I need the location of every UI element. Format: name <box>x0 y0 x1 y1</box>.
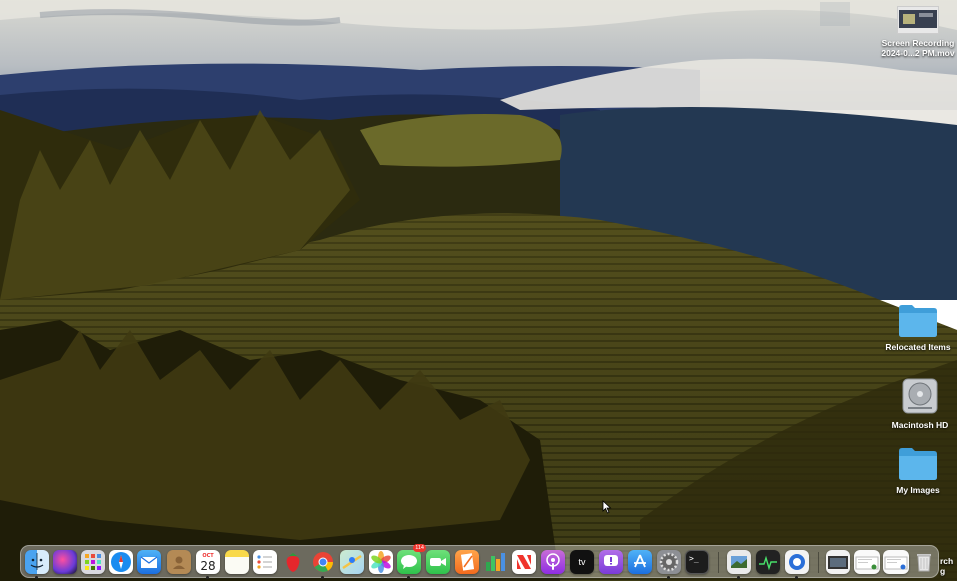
preview-icon[interactable] <box>727 550 751 574</box>
folder-label: Relocated Items <box>885 342 951 352</box>
safari-icon[interactable] <box>109 550 133 574</box>
maps-icon[interactable] <box>340 550 364 574</box>
tv-icon[interactable]: tv <box>570 550 594 574</box>
proxyman-icon[interactable] <box>785 550 809 574</box>
dock: OCT 28 114 tv >_ <box>20 544 939 579</box>
screenshot-folder-icon[interactable] <box>826 550 850 574</box>
trash-icon[interactable] <box>912 550 936 574</box>
messages-icon[interactable]: 114 <box>397 544 426 574</box>
system-settings-running-indicator <box>667 576 670 579</box>
calendar-running-indicator <box>206 576 209 579</box>
folder-label: My Images <box>896 485 940 495</box>
numbers-icon[interactable] <box>483 550 507 574</box>
relocated-items-folder[interactable]: Relocated Items <box>878 302 957 352</box>
notes-icon[interactable] <box>225 550 249 574</box>
terminal-icon[interactable]: >_ <box>685 550 709 574</box>
feedback-icon[interactable] <box>599 550 623 574</box>
proxyman-running-indicator <box>795 576 798 579</box>
video-thumbnail-icon <box>897 6 939 34</box>
file-label-line2: 2024-0...2 PM.mov <box>881 48 955 58</box>
file-label-line1: Screen Recording <box>881 38 955 48</box>
mouse-cursor <box>602 500 612 514</box>
tv-label: tv <box>578 557 586 567</box>
finder-icon[interactable] <box>25 550 49 574</box>
app-store-icon[interactable] <box>628 550 652 574</box>
downloads-stack-icon[interactable] <box>883 550 909 574</box>
photos-icon[interactable] <box>369 550 393 574</box>
folder-icon <box>899 448 937 480</box>
messages-running-indicator <box>407 576 410 579</box>
messages-badge: 114 <box>413 544 426 552</box>
system-settings-icon[interactable] <box>657 550 681 574</box>
hard-drive-icon <box>902 378 938 414</box>
my-images-folder[interactable]: My Images <box>878 445 957 495</box>
chrome-icon[interactable] <box>311 550 335 574</box>
documents-stack-icon[interactable] <box>854 550 880 574</box>
strawberry-app-icon[interactable] <box>281 550 305 574</box>
dock-separator <box>818 552 819 573</box>
desktop-wallpaper <box>0 0 957 581</box>
calendar-icon[interactable]: OCT 28 <box>196 550 220 574</box>
podcasts-icon[interactable] <box>541 550 565 574</box>
launchpad-icon[interactable] <box>81 550 105 574</box>
mail-icon[interactable] <box>137 550 161 574</box>
activity-monitor-icon[interactable] <box>756 550 780 574</box>
pages-icon[interactable] <box>455 550 479 574</box>
calendar-day: 28 <box>200 558 216 573</box>
siri-icon[interactable] <box>53 550 77 574</box>
partial-label-line2: g <box>940 566 946 576</box>
drive-label: Macintosh HD <box>891 420 949 430</box>
partially-hidden-file-label: rch g <box>940 556 953 576</box>
folder-icon <box>899 305 937 337</box>
reminders-icon[interactable] <box>253 550 277 574</box>
news-icon[interactable] <box>512 550 536 574</box>
dock-separator <box>718 552 719 573</box>
macintosh-hd-drive[interactable]: Macintosh HD <box>880 376 957 430</box>
contacts-icon[interactable] <box>167 550 191 574</box>
preview-running-indicator <box>737 576 740 579</box>
finder-running-indicator <box>35 576 38 579</box>
partial-label-line1: rch <box>940 556 954 566</box>
screen-recording-file[interactable]: Screen Recording 2024-0...2 PM.mov <box>878 6 957 58</box>
facetime-icon[interactable] <box>426 550 450 574</box>
chrome-running-indicator <box>321 576 324 579</box>
